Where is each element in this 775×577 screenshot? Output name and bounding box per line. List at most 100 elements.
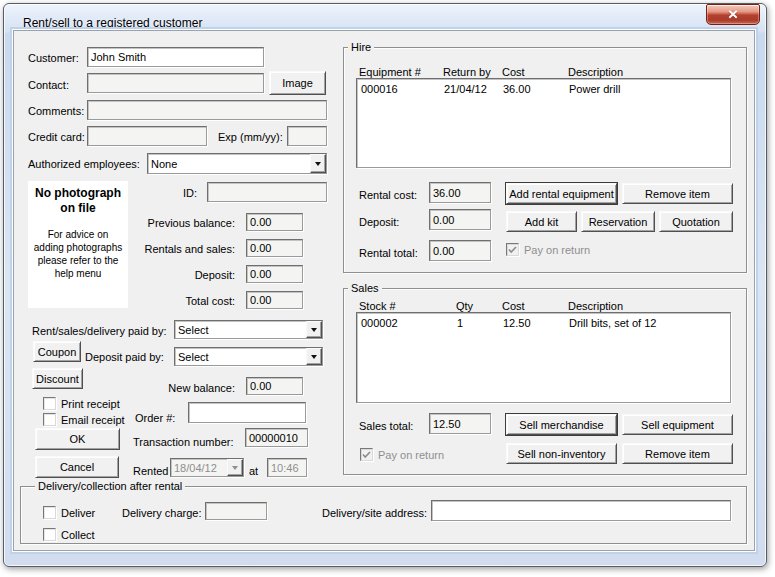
cancel-button[interactable]: Cancel [35, 456, 119, 478]
delivery-address-label: Delivery/site address: [322, 507, 427, 519]
comments-label: Comments: [28, 105, 84, 117]
transaction-number-value: 00000010 [245, 428, 308, 447]
credit-card-label: Credit card: [28, 131, 85, 143]
hire-list[interactable]: 000016 21/04/12 36.00 Power drill [356, 78, 731, 168]
order-label: Order #: [135, 412, 175, 424]
sell-noninventory-button[interactable]: Sell non-inventory [506, 443, 617, 464]
hire-deposit-value: 0.00 [429, 209, 491, 230]
paid-by-select[interactable]: Select [174, 320, 323, 339]
hire-pay-on-return-checkbox [506, 243, 519, 256]
hire-list-row[interactable]: 000016 21/04/12 36.00 Power drill [357, 83, 730, 96]
email-receipt-label: Email receipt [61, 414, 125, 426]
exp-label: Exp (mm/yy): [218, 131, 283, 143]
sales-list-row[interactable]: 000002 1 12.50 Drill bits, set of 12 [357, 317, 730, 330]
sales-total-value: 12.50 [429, 413, 491, 434]
delivery-address-input[interactable] [431, 500, 731, 521]
close-icon [728, 10, 738, 19]
print-receipt-checkbox[interactable] [43, 397, 56, 410]
deposit-paid-by-select[interactable]: Select [174, 347, 323, 366]
discount-button[interactable]: Discount [32, 368, 83, 389]
chevron-down-icon [311, 328, 317, 332]
sales-pay-on-return-label: Pay on return [378, 449, 444, 461]
coupon-button[interactable]: Coupon [33, 341, 81, 362]
ok-button[interactable]: OK [35, 428, 120, 450]
sell-equipment-button[interactable]: Sell equipment [622, 414, 733, 435]
authorized-employees-label: Authorized employees: [28, 158, 140, 170]
rental-cost-label: Rental cost: [359, 189, 417, 201]
delivery-group-label: Delivery/collection after rental [35, 480, 185, 492]
window-title: Rent/sell to a registered customer [23, 16, 202, 30]
credit-card-input [87, 126, 207, 146]
hire-deposit-label: Deposit: [359, 216, 399, 228]
dropdown-button[interactable] [310, 154, 326, 173]
chevron-down-icon [315, 162, 321, 166]
print-receipt-label: Print receipt [61, 398, 120, 410]
contact-input [87, 73, 264, 93]
rentals-and-sales-value: 0.00 [246, 239, 303, 257]
sales-col-qty: Qty [456, 300, 473, 312]
check-icon [508, 246, 517, 254]
sales-list[interactable]: 000002 1 12.50 Drill bits, set of 12 [356, 312, 731, 403]
authorized-employees-select[interactable]: None [147, 153, 327, 174]
delivery-charge-label: Delivery charge: [122, 507, 201, 519]
customer-label: Customer: [28, 52, 79, 64]
new-balance-label: New balance: [135, 382, 235, 394]
hire-col-description: Description [568, 66, 623, 78]
hire-col-equipment: Equipment # [359, 66, 421, 78]
previous-balance-value: 0.00 [246, 213, 303, 231]
total-cost-label: Total cost: [110, 295, 235, 307]
hire-group-label: Hire [348, 41, 374, 53]
customer-input[interactable]: John Smith [87, 47, 264, 67]
rented-time-value: 10:46 [267, 458, 307, 477]
hire-col-returnby: Return by [443, 66, 491, 78]
sales-total-label: Sales total: [359, 420, 413, 432]
rented-label: Rented [133, 465, 168, 477]
sales-col-stock: Stock # [359, 300, 396, 312]
add-kit-button[interactable]: Add kit [506, 211, 577, 232]
deposit-value: 0.00 [246, 265, 303, 283]
transaction-number-label: Transaction number: [133, 436, 233, 448]
rented-at-label: at [249, 465, 258, 477]
order-input[interactable] [188, 402, 306, 423]
dropdown-button [227, 459, 243, 476]
deposit-paid-by-label: Deposit paid by: [85, 351, 164, 363]
deposit-label: Deposit: [110, 269, 235, 281]
exp-input [287, 126, 327, 146]
rentals-and-sales-label: Rentals and sales: [110, 243, 235, 255]
sell-merchandise-button[interactable]: Sell merchandise [506, 414, 617, 435]
close-button[interactable] [706, 4, 760, 25]
rental-cost-value: 36.00 [429, 182, 491, 203]
image-button[interactable]: Image [269, 71, 326, 95]
sales-col-cost: Cost [502, 300, 525, 312]
rented-date-select: 18/04/12 [170, 458, 244, 477]
sales-pay-on-return-checkbox [360, 448, 373, 461]
no-photo-headline: No photograph on file [28, 181, 128, 216]
hire-remove-item-button[interactable]: Remove item [622, 183, 733, 204]
paid-by-label: Rent/sales/delivery paid by: [32, 325, 167, 337]
deliver-checkbox[interactable] [43, 506, 56, 519]
add-rental-equipment-button[interactable]: Add rental equipment [506, 183, 617, 204]
new-balance-value: 0.00 [246, 377, 303, 395]
contact-label: Contact: [28, 79, 69, 91]
collect-label: Collect [61, 529, 95, 541]
sales-group-label: Sales [348, 282, 382, 294]
chevron-down-icon [232, 466, 238, 470]
id-input [207, 182, 327, 202]
total-cost-value: 0.00 [246, 291, 303, 309]
rental-total-value: 0.00 [429, 240, 491, 261]
sales-remove-item-button[interactable]: Remove item [622, 443, 733, 464]
quotation-button[interactable]: Quotation [659, 211, 733, 232]
delivery-charge-input [205, 502, 267, 520]
dropdown-button[interactable] [306, 348, 322, 365]
collect-checkbox[interactable] [43, 528, 56, 541]
deliver-label: Deliver [61, 507, 95, 519]
chevron-down-icon [311, 355, 317, 359]
sales-col-description: Description [568, 300, 623, 312]
reservation-button[interactable]: Reservation [581, 211, 655, 232]
hire-col-cost: Cost [502, 66, 525, 78]
email-receipt-checkbox[interactable] [43, 413, 56, 426]
dropdown-button[interactable] [306, 321, 322, 338]
id-label: ID: [150, 187, 197, 199]
comments-input [87, 100, 327, 120]
check-icon [362, 451, 371, 459]
